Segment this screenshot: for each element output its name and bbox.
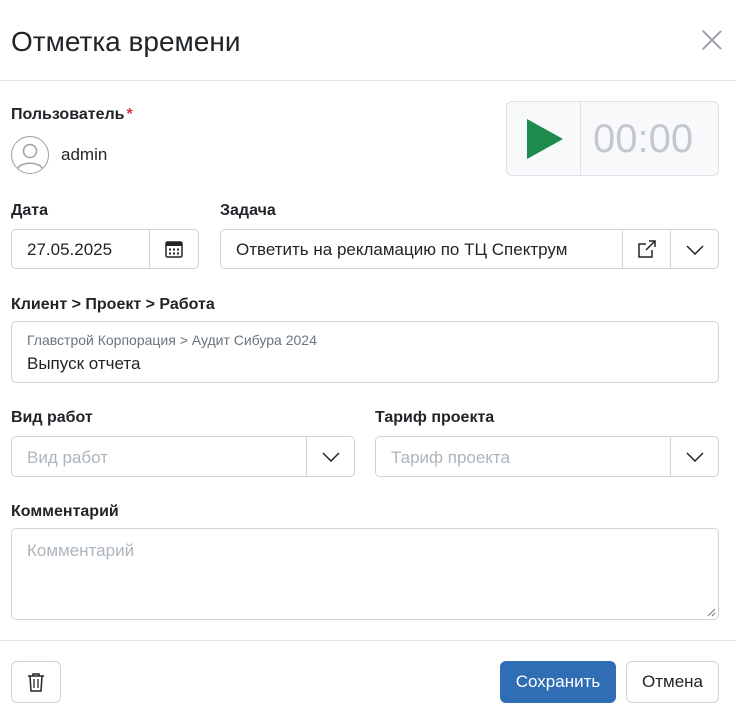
dialog-title: Отметка времени [11, 26, 241, 57]
project-label: Клиент > Проект > Работа [11, 296, 215, 313]
avatar-icon [11, 136, 49, 174]
save-button[interactable]: Сохранить [500, 661, 616, 703]
date-label: Дата [11, 202, 49, 219]
chevron-down-icon [686, 245, 704, 255]
trash-icon [28, 673, 44, 692]
dialog-header: Отметка времени [0, 0, 736, 81]
open-task-button[interactable] [622, 230, 670, 268]
calendar-icon [165, 241, 183, 258]
close-icon[interactable] [698, 26, 726, 54]
calendar-button[interactable] [149, 230, 199, 268]
tariff-select[interactable]: Тариф проекта [375, 436, 719, 477]
play-icon [527, 119, 563, 159]
comment-textarea[interactable]: Комментарий [11, 528, 719, 620]
comment-label: Комментарий [11, 503, 119, 520]
task-dropdown-button[interactable] [670, 230, 719, 268]
tariff-placeholder: Тариф проекта [391, 448, 510, 467]
required-mark: * [126, 106, 133, 123]
timer-display: 00:00 [593, 117, 694, 161]
work-type-placeholder: Вид работ [27, 448, 108, 467]
delete-button[interactable] [11, 661, 61, 703]
external-link-icon [638, 240, 656, 258]
tariff-dropdown-button[interactable] [670, 437, 719, 476]
work-type-select[interactable]: Вид работ [11, 436, 355, 477]
project-work-select[interactable]: Главстрой Корпорация > Аудит Сибура 2024… [11, 321, 719, 383]
resize-grip-icon[interactable] [706, 607, 716, 617]
user-name: admin [61, 145, 108, 164]
user-label: Пользователь * [11, 105, 133, 125]
chevron-down-icon [322, 452, 340, 462]
task-label: Задача [220, 202, 276, 219]
project-breadcrumb: Главстрой Корпорация > Аудит Сибура 2024 [27, 332, 317, 348]
chevron-down-icon [686, 452, 704, 462]
work-value: Выпуск отчета [27, 354, 141, 373]
comment-placeholder: Комментарий [27, 541, 135, 560]
work-type-label: Вид работ [11, 409, 93, 426]
tariff-label: Тариф проекта [375, 409, 495, 426]
cancel-button[interactable]: Отмена [626, 661, 719, 703]
date-field[interactable]: 27.05.2025 [11, 229, 199, 269]
play-button[interactable] [507, 102, 581, 175]
task-value: Ответить на рекламацию по ТЦ Спектрум [236, 240, 568, 259]
date-value: 27.05.2025 [27, 240, 113, 259]
footer-divider [0, 640, 736, 641]
task-select[interactable]: Ответить на рекламацию по ТЦ Спектрум [220, 229, 719, 269]
user-label-text: Пользователь [11, 106, 125, 123]
timer-widget: 00:00 [506, 101, 719, 176]
work-type-dropdown-button[interactable] [306, 437, 355, 476]
